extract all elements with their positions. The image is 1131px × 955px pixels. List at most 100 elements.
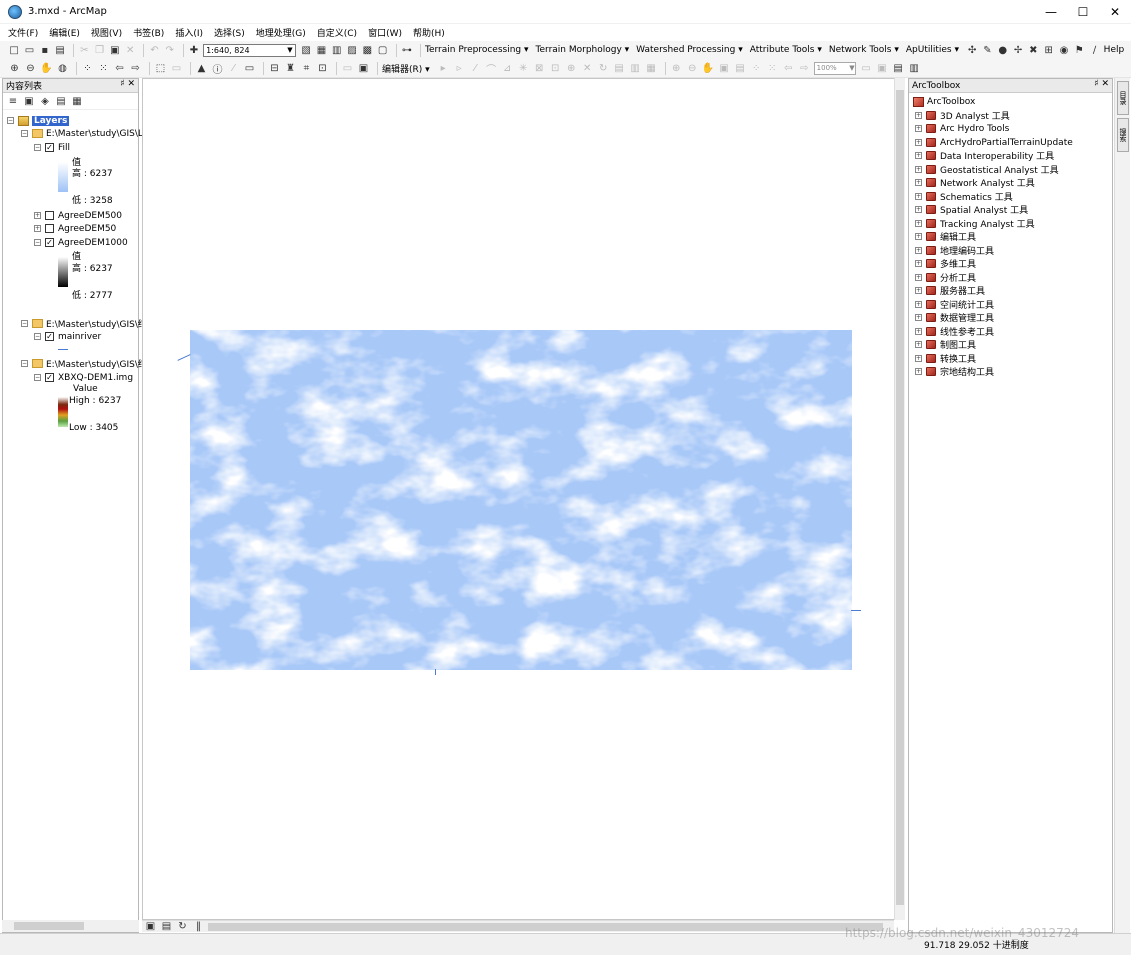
- forward-extent-icon[interactable]: ⇨: [129, 62, 142, 75]
- paste-icon[interactable]: ▣: [109, 44, 121, 57]
- map-horizontal-scrollbar[interactable]: ▣ ▤ ↻ ‖: [142, 920, 894, 932]
- model-builder-icon[interactable]: ⊶: [401, 44, 413, 57]
- back-extent-icon[interactable]: ⇦: [113, 62, 126, 75]
- toolbox-item-label[interactable]: 地理编码工具: [940, 244, 994, 257]
- group2-path[interactable]: E:\Master\study\GIS\结: [46, 317, 147, 330]
- time-slider-icon[interactable]: ▭: [341, 62, 354, 75]
- menu-help[interactable]: 帮助(H): [413, 26, 445, 39]
- expand-icon[interactable]: +: [915, 166, 922, 173]
- layout-zoom-out-icon[interactable]: ⊖: [686, 62, 699, 75]
- mainriver-row[interactable]: − ✓ mainriver: [34, 330, 101, 343]
- hyperlink-icon[interactable]: ⁄: [227, 62, 240, 75]
- agreedem1000-row[interactable]: − ✓ AgreeDEM1000: [34, 236, 128, 249]
- arctoolbox-pin-close-controls[interactable]: ♯ ✕: [1094, 79, 1109, 89]
- menu-selection[interactable]: 选择(S): [214, 26, 245, 39]
- find-route-icon[interactable]: ⌗: [300, 62, 313, 75]
- list-by-source-icon[interactable]: ▣: [23, 95, 35, 107]
- html-popup-icon[interactable]: ▭: [243, 62, 256, 75]
- expand-icon[interactable]: +: [915, 193, 922, 200]
- toc-options-icon[interactable]: ▦: [71, 95, 83, 107]
- terrain-preprocessing-menu[interactable]: Terrain Preprocessing ▾: [425, 45, 529, 55]
- hydro-tool-4-icon[interactable]: ✢: [1012, 44, 1024, 57]
- toolbox-item-label[interactable]: Spatial Analyst 工具: [940, 203, 1028, 216]
- menu-geoprocessing[interactable]: 地理处理(G): [256, 26, 306, 39]
- create-viewer-icon[interactable]: ▣: [357, 62, 370, 75]
- delete-icon[interactable]: ✕: [124, 44, 136, 57]
- data-view-icon[interactable]: ▣: [144, 920, 157, 933]
- hydro-tool-5-icon[interactable]: ✖: [1027, 44, 1039, 57]
- pencil-icon[interactable]: ∕: [1088, 44, 1100, 57]
- toolbox-item-label[interactable]: 线性参考工具: [940, 325, 994, 338]
- group1-row[interactable]: − E:\Master\study\GIS\La: [21, 127, 148, 140]
- visibility-checkbox[interactable]: [45, 211, 54, 220]
- arctoolbox-root-label[interactable]: ArcToolbox: [927, 97, 975, 107]
- toolbox-item-multidimension[interactable]: + 多维工具: [915, 257, 976, 270]
- toolbox-item-geostatistical[interactable]: + Geostatistical Analyst 工具: [915, 163, 1059, 176]
- toolbox-item-archydro-partial[interactable]: + ArcHydroPartialTerrainUpdate: [915, 136, 1073, 149]
- fixed-zoom-out-icon[interactable]: ⁙: [97, 62, 110, 75]
- map-vscroll-thumb[interactable]: [896, 90, 904, 905]
- hydro-tool-3-icon[interactable]: ●: [997, 44, 1009, 57]
- refresh-icon[interactable]: ↻: [176, 920, 189, 933]
- catalog-side-tab[interactable]: 目录: [1117, 81, 1129, 115]
- toolbox-item-spatial-statistics[interactable]: + 空间统计工具: [915, 298, 994, 311]
- mainriver-name[interactable]: mainriver: [58, 332, 101, 342]
- toolbox-item-conversion[interactable]: + 转换工具: [915, 352, 976, 365]
- menu-insert[interactable]: 插入(I): [175, 26, 203, 39]
- layout-pan-icon[interactable]: ✋: [702, 62, 715, 75]
- menu-file[interactable]: 文件(F): [8, 26, 38, 39]
- expand-icon[interactable]: +: [915, 287, 922, 294]
- save-icon[interactable]: ▪: [39, 44, 51, 57]
- toolbox-item-label[interactable]: Geostatistical Analyst 工具: [940, 163, 1059, 176]
- change-layout-icon[interactable]: ▤: [892, 62, 905, 75]
- fixed-zoom-in-icon[interactable]: ⁘: [81, 62, 94, 75]
- expand-icon[interactable]: +: [915, 139, 922, 146]
- toolbox-item-label[interactable]: 服务器工具: [940, 284, 985, 297]
- attributes-icon[interactable]: ▤: [613, 62, 626, 75]
- menu-edit[interactable]: 编辑(E): [49, 26, 80, 39]
- expand-icon[interactable]: +: [915, 328, 922, 335]
- menu-bookmarks[interactable]: 书签(B): [133, 26, 164, 39]
- list-by-drawing-order-icon[interactable]: ≡: [7, 95, 19, 107]
- group2-row[interactable]: − E:\Master\study\GIS\结: [21, 317, 147, 330]
- close-button[interactable]: ✕: [1099, 0, 1131, 24]
- search-window-icon[interactable]: ▨: [346, 44, 358, 57]
- map-view[interactable]: [142, 78, 905, 920]
- expand-icon[interactable]: +: [915, 368, 922, 375]
- new-document-icon[interactable]: □: [8, 44, 20, 57]
- trace-icon[interactable]: ⊿: [501, 62, 514, 75]
- arctoolbox-window-icon[interactable]: ▩: [361, 44, 373, 57]
- hydro-tool-6-icon[interactable]: ⊞: [1042, 44, 1054, 57]
- edit-annotation-icon[interactable]: ▹: [453, 62, 466, 75]
- catalog-window-icon[interactable]: ▥: [331, 44, 343, 57]
- menu-customize[interactable]: 自定义(C): [317, 26, 357, 39]
- reshape-icon[interactable]: ⊡: [549, 62, 562, 75]
- collapse-icon[interactable]: −: [7, 117, 14, 124]
- visibility-checkbox[interactable]: ✓: [45, 373, 54, 382]
- add-data-icon[interactable]: ✚: [188, 44, 200, 57]
- split-icon[interactable]: ✕: [581, 62, 594, 75]
- editor-menu[interactable]: 编辑器(R) ▾: [382, 62, 430, 75]
- list-by-visibility-icon[interactable]: ◈: [39, 95, 51, 107]
- expand-icon[interactable]: +: [915, 355, 922, 362]
- expand-icon[interactable]: +: [915, 206, 922, 213]
- data-driven-pages-icon[interactable]: ▥: [908, 62, 921, 75]
- create-features-icon[interactable]: ▦: [645, 62, 658, 75]
- arctoolbox-root-row[interactable]: ArcToolbox: [913, 95, 975, 108]
- layout-zoom-in-icon[interactable]: ⊕: [670, 62, 683, 75]
- expand-icon[interactable]: +: [915, 341, 922, 348]
- agreedem500-row[interactable]: + AgreeDEM500: [34, 209, 122, 222]
- group3-path[interactable]: E:\Master\study\GIS\结: [46, 357, 147, 370]
- toolbox-item-label[interactable]: 数据管理工具: [940, 311, 994, 324]
- agreedem500-name[interactable]: AgreeDEM500: [58, 211, 122, 221]
- table-of-contents-icon[interactable]: ▦: [315, 44, 327, 57]
- toolbox-item-linear-referencing[interactable]: + 线性参考工具: [915, 325, 994, 338]
- collapse-icon[interactable]: −: [34, 144, 41, 151]
- editor-toolbar-icon[interactable]: ▧: [300, 44, 312, 57]
- pause-drawing-icon[interactable]: ‖: [192, 920, 205, 933]
- expand-icon[interactable]: +: [915, 301, 922, 308]
- layout-zoom-dropdown[interactable]: 100% ▼: [813, 61, 856, 75]
- toc-horizontal-scrollbar[interactable]: [2, 920, 139, 932]
- fill-layer-name[interactable]: Fill: [58, 143, 70, 153]
- full-extent-icon[interactable]: ◍: [56, 62, 69, 75]
